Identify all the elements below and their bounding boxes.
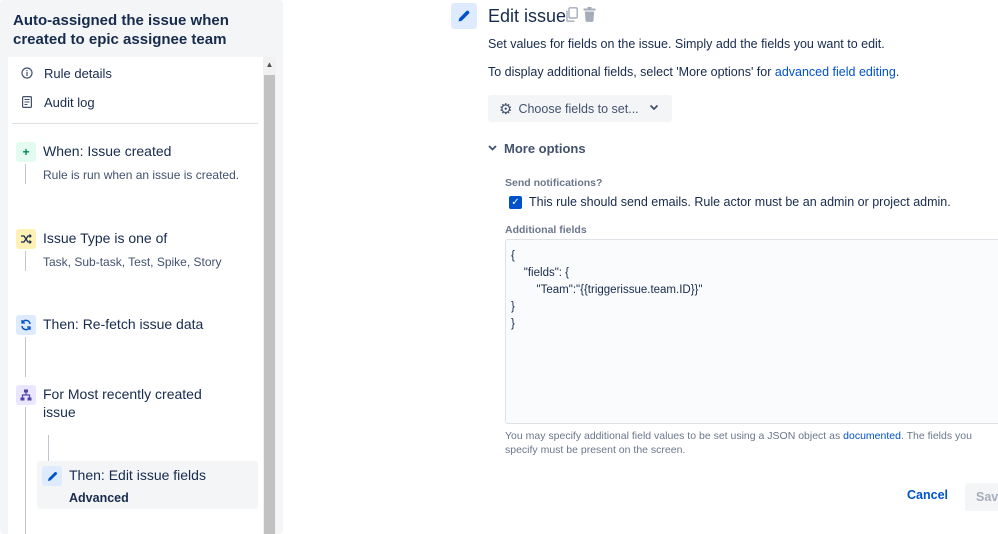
step-connector — [25, 251, 26, 271]
cancel-button[interactable]: Cancel — [907, 488, 948, 502]
step-edit-title[interactable]: Then: Edit issue fields — [69, 466, 263, 484]
additional-fields-json-input[interactable]: { "fields": { "Team":"{{triggerissue.tea… — [505, 239, 998, 424]
step-trigger-title[interactable]: When: Issue created — [43, 142, 243, 160]
send-emails-checkbox[interactable]: ✓ — [509, 196, 522, 209]
scrollbar-thumb[interactable] — [264, 75, 275, 534]
send-emails-text[interactable]: This rule should send emails. Rule actor… — [529, 195, 951, 209]
choose-fields-button[interactable]: ⚙ Choose fields to set... — [488, 95, 672, 122]
step-refetch-title[interactable]: Then: Re-fetch issue data — [43, 315, 243, 333]
chevron-down-icon — [649, 103, 659, 114]
info-icon — [20, 66, 34, 80]
step-connector — [25, 164, 26, 184]
audit-log-icon — [20, 95, 34, 109]
more-options-label: More options — [504, 141, 586, 156]
shuffle-icon — [16, 229, 36, 249]
pencil-icon — [42, 466, 62, 486]
page-title: Edit issue — [488, 6, 567, 26]
rule-sidebar: Auto-assigned the issue when created to … — [0, 0, 283, 534]
chevron-down-icon — [488, 143, 497, 154]
delete-icon[interactable] — [583, 7, 596, 27]
branch-icon — [16, 385, 36, 405]
more-options-toggle[interactable]: More options — [488, 141, 586, 156]
step-edit-subtitle: Advanced — [69, 491, 129, 505]
editor-description: Set values for fields on the issue. Simp… — [488, 37, 885, 51]
additional-fields-help: You may specify additional field values … — [505, 429, 998, 457]
plus-icon: + — [16, 142, 36, 162]
rule-title: Auto-assigned the issue when created to … — [13, 12, 229, 48]
choose-fields-label: Choose fields to set... — [518, 101, 639, 116]
additional-hint-prefix: To display additional fields, select 'Mo… — [488, 65, 775, 79]
editor-additional-hint: To display additional fields, select 'Mo… — [488, 65, 899, 79]
nav-rule-details-label: Rule details — [44, 65, 112, 81]
documented-link[interactable]: documented — [843, 430, 901, 442]
help-prefix: You may specify additional field values … — [505, 430, 844, 442]
save-button[interactable]: Save — [965, 483, 998, 511]
title-actions — [566, 7, 596, 27]
rule-component-list: Rule details Audit log + When: Issue cre… — [8, 57, 263, 534]
additional-fields-label: Additional fields — [505, 224, 587, 236]
send-notifications-label: Send notifications? — [505, 177, 603, 189]
branch-connector — [48, 435, 49, 461]
sidebar-scrollbar[interactable]: ▲ — [263, 57, 276, 534]
advanced-field-editing-link[interactable]: advanced field editing — [775, 65, 896, 79]
refresh-icon — [16, 315, 36, 335]
nav-divider — [12, 123, 258, 124]
step-condition-subtitle: Task, Sub-task, Test, Spike, Story — [43, 255, 222, 269]
step-connector — [25, 337, 26, 377]
gear-icon: ⚙ — [499, 100, 513, 118]
copy-icon[interactable] — [566, 7, 578, 27]
nav-audit-log-label: Audit log — [44, 94, 95, 110]
nav-audit-log[interactable]: Audit log — [20, 92, 95, 112]
step-condition-title[interactable]: Issue Type is one of — [43, 229, 243, 247]
scroll-up-arrow-icon[interactable]: ▲ — [263, 59, 276, 71]
step-branch-title[interactable]: For Most recently created issue — [43, 385, 213, 421]
nav-rule-details[interactable]: Rule details — [20, 63, 112, 83]
step-trigger-subtitle: Rule is run when an issue is created. — [43, 168, 240, 182]
additional-hint-suffix: . — [895, 65, 900, 79]
step-connector — [25, 407, 26, 534]
edit-issue-icon — [451, 3, 477, 29]
